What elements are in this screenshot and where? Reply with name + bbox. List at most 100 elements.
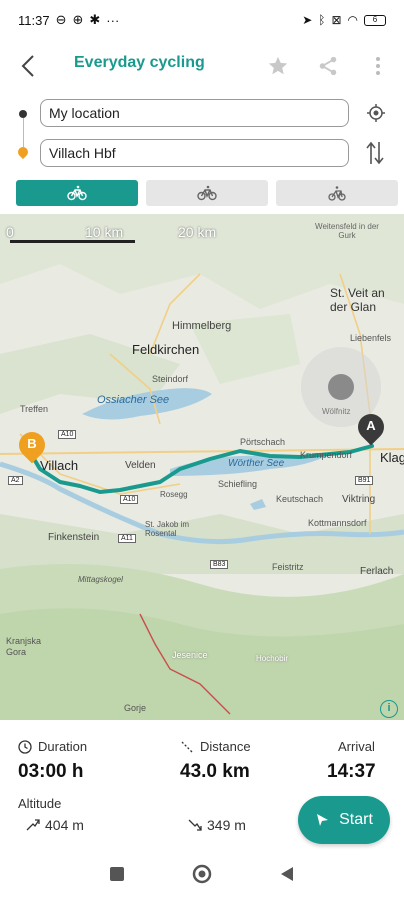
place-label: Finkenstein bbox=[48, 532, 100, 543]
place-label: Velden bbox=[125, 460, 156, 471]
place-label: Mittagskogel bbox=[78, 575, 123, 584]
place-label: Villach bbox=[40, 458, 79, 473]
recents-button[interactable] bbox=[110, 866, 124, 886]
road-shield: A10 bbox=[58, 430, 77, 439]
start-navigation-button[interactable]: Start bbox=[298, 796, 390, 844]
crosshair-icon bbox=[367, 104, 385, 122]
page-title: Everyday cycling bbox=[74, 54, 205, 71]
route-end-marker-label: B bbox=[27, 436, 37, 451]
more-notifications: ··· bbox=[106, 12, 120, 28]
road-shield: B91 bbox=[355, 476, 374, 485]
descent-group: 349 m bbox=[188, 817, 246, 833]
place-label: Hochobir bbox=[256, 654, 289, 663]
clock: 11:37 bbox=[18, 12, 50, 28]
place-label: Ferlach bbox=[360, 566, 394, 577]
place-label: Liebenfels bbox=[350, 333, 392, 343]
circle-icon bbox=[192, 864, 212, 883]
road-shield: A11 bbox=[118, 534, 136, 543]
place-label: Rosegg bbox=[160, 490, 188, 499]
share-icon bbox=[319, 56, 337, 76]
back-button[interactable] bbox=[0, 40, 56, 92]
route-start-marker-label: A bbox=[366, 418, 376, 433]
info-icon: i bbox=[387, 702, 391, 714]
place-label: St. Veit an der Glan bbox=[330, 286, 385, 314]
arrival-label: Arrival bbox=[338, 739, 375, 754]
mountain-bike-icon bbox=[197, 185, 217, 201]
battery-saver-icon: ⊠ bbox=[331, 13, 342, 27]
destination-pin-icon bbox=[15, 144, 31, 160]
navigation-icon: ➤ bbox=[302, 13, 313, 27]
app-header: Everyday cycling bbox=[0, 40, 404, 92]
ascent-group: 404 m bbox=[26, 817, 84, 833]
scale-label-0: 0 bbox=[6, 224, 14, 240]
road-bike-icon bbox=[328, 186, 346, 201]
swap-arrows-icon bbox=[366, 141, 384, 165]
place-label: Wörther See bbox=[228, 458, 285, 469]
place-label: St. Jakob im Rosental bbox=[145, 520, 190, 538]
start-field[interactable]: My location bbox=[40, 99, 349, 127]
battery-icon: 6 bbox=[364, 14, 386, 26]
tab-road-bike[interactable] bbox=[276, 180, 398, 206]
place-label: Feldkirchen bbox=[132, 342, 200, 357]
wifi-icon: ◠ bbox=[347, 13, 358, 27]
distance-value: 43.0 km bbox=[180, 761, 250, 782]
wheel-icon: ⊕ bbox=[72, 12, 84, 27]
duration-label-group: Duration bbox=[18, 739, 87, 754]
everyday-bike-icon bbox=[67, 185, 87, 201]
destination-field[interactable]: Villach Hbf bbox=[40, 139, 349, 167]
tab-everyday-bike[interactable] bbox=[16, 180, 138, 206]
place-label: Klagenfurt bbox=[380, 450, 404, 465]
home-button[interactable] bbox=[192, 864, 212, 889]
system-back-button[interactable] bbox=[280, 866, 294, 887]
start-point-dot bbox=[19, 110, 27, 118]
route-connector bbox=[23, 118, 24, 148]
clock-icon bbox=[18, 739, 32, 754]
place-label: Weitensfeld in der Gurk bbox=[315, 222, 379, 240]
place-label: Viktring bbox=[342, 494, 376, 505]
system-nav-bar bbox=[0, 852, 404, 900]
more-vertical-icon bbox=[376, 57, 380, 75]
place-label: Schiefling bbox=[218, 479, 258, 489]
place-label: Himmelberg bbox=[172, 320, 232, 332]
distance-icon bbox=[181, 741, 193, 752]
place-label: Kranjska Gora bbox=[6, 636, 42, 657]
chevron-left-icon bbox=[21, 55, 34, 77]
place-label: Kottmannsdorf bbox=[308, 518, 367, 528]
distance-label: Distance bbox=[200, 739, 251, 754]
navigation-arrow-icon bbox=[317, 814, 329, 826]
route-map[interactable]: 0 10 km 20 km Weitensfeld in der Gurk St… bbox=[0, 214, 404, 720]
favorite-button[interactable] bbox=[266, 52, 290, 80]
map-info-button[interactable]: i bbox=[380, 700, 398, 718]
place-label: Krumpendorf bbox=[300, 450, 353, 460]
altitude-label: Altitude bbox=[18, 796, 62, 811]
place-label: Pörtschach bbox=[240, 437, 286, 447]
descent-value: 349 m bbox=[207, 817, 246, 833]
place-label: Treffen bbox=[20, 404, 49, 414]
share-button[interactable] bbox=[316, 52, 340, 80]
duration-label: Duration bbox=[38, 739, 88, 754]
triangle-back-icon bbox=[281, 866, 293, 881]
bluetooth-icon: ᛒ bbox=[318, 13, 326, 27]
dnd-icon: ⊖ bbox=[55, 12, 67, 27]
overflow-menu-button[interactable] bbox=[366, 52, 390, 80]
tab-mountain-bike[interactable] bbox=[146, 180, 268, 206]
place-label: Keutschach bbox=[276, 494, 324, 504]
place-label: Ossiacher See bbox=[97, 394, 170, 406]
scale-label-10: 10 km bbox=[85, 224, 124, 240]
ascent-value: 404 m bbox=[45, 817, 84, 833]
star-icon bbox=[268, 56, 288, 75]
distance-label-group: Distance bbox=[180, 739, 251, 754]
place-label: Feistritz bbox=[272, 562, 304, 572]
square-icon bbox=[110, 866, 124, 881]
scale-label-20: 20 km bbox=[178, 224, 217, 240]
bike-mode-tabs bbox=[16, 180, 398, 206]
duration-value: 03:00 h bbox=[18, 761, 84, 782]
settings-icon: ✱ bbox=[89, 12, 101, 27]
road-shield: A10 bbox=[120, 495, 139, 504]
road-shield: B83 bbox=[210, 560, 229, 569]
place-label: Gorje bbox=[124, 703, 147, 713]
my-location-button[interactable] bbox=[366, 103, 386, 123]
swap-route-button[interactable] bbox=[364, 140, 386, 166]
status-bar: 11:37 ⊖ ⊕ ✱ ··· ➤ ᛒ ⊠ ◠ 6 bbox=[0, 0, 404, 40]
arrival-value: 14:37 bbox=[327, 761, 376, 782]
